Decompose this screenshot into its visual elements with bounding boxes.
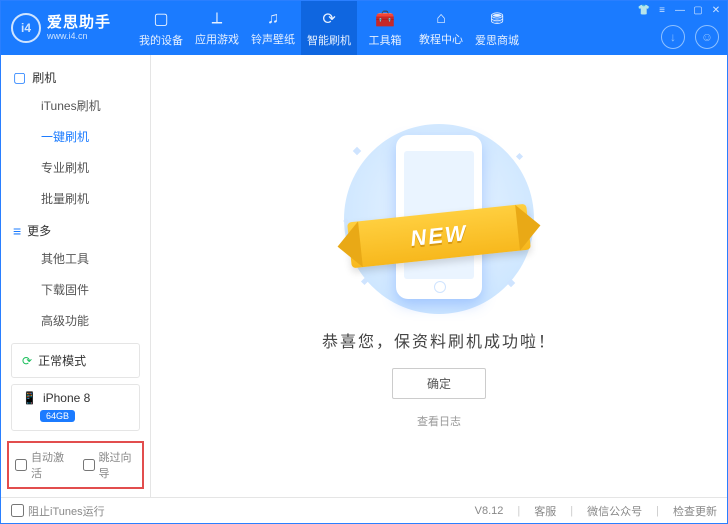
block-itunes-label: 阻止iTunes运行	[28, 503, 105, 519]
logo-icon: i4	[11, 13, 41, 43]
group-icon: ▢	[13, 69, 26, 86]
tab-2[interactable]: ♫ 铃声壁纸	[245, 1, 301, 55]
tab-label: 智能刷机	[307, 32, 351, 48]
sidebar-group-header: ▢ 刷机	[1, 61, 150, 90]
sidebar-options: 自动激活跳过向导	[7, 441, 144, 489]
brand-domain: www.i4.cn	[47, 32, 111, 41]
block-itunes-input[interactable]	[11, 504, 24, 517]
sidebar-item[interactable]: 下载固件	[1, 274, 150, 305]
app-window: i4 爱思助手 www.i4.cn ▢ 我的设备 ⟂ 应用游戏 ♫ 铃声壁纸 ⟳ 智能刷机 🧰 工…	[0, 0, 728, 524]
brand-logo: i4 爱思助手 www.i4.cn	[11, 13, 123, 43]
minimize-button[interactable]: —	[673, 3, 687, 17]
footer-link[interactable]: 客服	[534, 503, 556, 519]
mode-label: 正常模式	[38, 352, 86, 369]
phone-icon: 📱	[22, 391, 37, 405]
window-controls: 👕 ≡ — ▢ ✕	[637, 3, 723, 17]
tab-label: 工具箱	[369, 32, 402, 48]
view-log-link[interactable]: 查看日志	[417, 413, 461, 429]
device-name: iPhone 8	[43, 391, 90, 405]
tab-label: 爱思商城	[475, 32, 519, 48]
footer-link[interactable]: 微信公众号	[587, 503, 642, 519]
mode-box[interactable]: ⟳ 正常模式	[11, 343, 140, 378]
success-illustration: NEW	[334, 124, 544, 314]
storage-badge: 64GB	[40, 410, 75, 422]
footer-link[interactable]: 检查更新	[673, 503, 717, 519]
option-checkbox[interactable]	[83, 459, 95, 471]
ribbon-label: NEW	[409, 220, 469, 252]
tab-icon: ♫	[267, 10, 279, 28]
sidebar-option[interactable]: 自动激活	[15, 449, 69, 481]
sidebar-item[interactable]: 专业刷机	[1, 152, 150, 183]
sidebar-group-header: ≡ 更多	[1, 214, 150, 243]
separator: |	[656, 505, 659, 517]
top-tabs: ▢ 我的设备 ⟂ 应用游戏 ♫ 铃声壁纸 ⟳ 智能刷机 🧰 工具箱 ⌂ 教程中心 ⛃ 爱思商城	[133, 1, 525, 55]
option-label: 跳过向导	[99, 449, 137, 481]
tab-4[interactable]: 🧰 工具箱	[357, 1, 413, 55]
tab-label: 我的设备	[139, 32, 183, 48]
menu-button[interactable]: ≡	[655, 3, 669, 17]
sidebar-option[interactable]: 跳过向导	[83, 449, 137, 481]
tab-label: 铃声壁纸	[251, 31, 295, 47]
sidebar: ▢ 刷机 iTunes刷机一键刷机专业刷机批量刷机 ≡ 更多其他工具下载固件高级功能 ⟳…	[1, 55, 151, 497]
version-label: V8.12	[475, 505, 504, 517]
close-button[interactable]: ✕	[709, 3, 723, 17]
tab-icon: ⟂	[212, 10, 223, 28]
sidebar-item[interactable]: iTunes刷机	[1, 90, 150, 121]
block-itunes-checkbox[interactable]: 阻止iTunes运行	[11, 503, 105, 519]
option-checkbox[interactable]	[15, 459, 27, 471]
tab-6[interactable]: ⛃ 爱思商城	[469, 1, 525, 55]
tab-label: 教程中心	[419, 31, 463, 47]
sidebar-groups: ▢ 刷机 iTunes刷机一键刷机专业刷机批量刷机 ≡ 更多其他工具下载固件高级功能	[1, 55, 150, 337]
status-bar: 阻止iTunes运行 V8.12 | 客服 | 微信公众号 | 检查更新	[1, 497, 727, 523]
brand-name: 爱思助手	[47, 15, 111, 30]
group-icon: ≡	[13, 223, 21, 239]
sidebar-item[interactable]: 其他工具	[1, 243, 150, 274]
title-bar: i4 爱思助手 www.i4.cn ▢ 我的设备 ⟂ 应用游戏 ♫ 铃声壁纸 ⟳ 智能刷机 🧰 工…	[1, 1, 727, 55]
tab-5[interactable]: ⌂ 教程中心	[413, 1, 469, 55]
footer-right: V8.12 | 客服 | 微信公众号 | 检查更新	[475, 503, 717, 519]
tab-0[interactable]: ▢ 我的设备	[133, 1, 189, 55]
tab-1[interactable]: ⟂ 应用游戏	[189, 1, 245, 55]
brand-text: 爱思助手 www.i4.cn	[47, 15, 111, 41]
tab-icon: ⌂	[436, 10, 446, 28]
main-panel: NEW 恭喜您，保资料刷机成功啦！ 确定 查看日志	[151, 55, 727, 497]
sidebar-item[interactable]: 批量刷机	[1, 183, 150, 214]
download-icon[interactable]: ↓	[661, 25, 685, 49]
separator: |	[570, 505, 573, 517]
tab-icon: ▢	[153, 9, 168, 29]
separator: |	[517, 505, 520, 517]
group-title: 刷机	[32, 69, 56, 86]
sidebar-item[interactable]: 一键刷机	[1, 121, 150, 152]
sidebar-item[interactable]: 高级功能	[1, 305, 150, 336]
maximize-button[interactable]: ▢	[691, 3, 705, 17]
tab-3[interactable]: ⟳ 智能刷机	[301, 1, 357, 55]
body: ▢ 刷机 iTunes刷机一键刷机专业刷机批量刷机 ≡ 更多其他工具下载固件高级功能 ⟳…	[1, 55, 727, 497]
refresh-icon: ⟳	[22, 354, 32, 368]
ok-button[interactable]: 确定	[392, 368, 486, 399]
device-box[interactable]: 📱 iPhone 8 64GB	[11, 384, 140, 431]
title-right-actions: ↓ ☺	[661, 25, 719, 49]
tshirt-button[interactable]: 👕	[637, 3, 651, 17]
option-label: 自动激活	[31, 449, 69, 481]
tab-label: 应用游戏	[195, 31, 239, 47]
tab-icon: ⛃	[490, 9, 503, 29]
tab-icon: 🧰	[375, 9, 395, 29]
success-text: 恭喜您，保资料刷机成功啦！	[322, 328, 556, 352]
group-title: 更多	[27, 222, 51, 239]
tab-icon: ⟳	[322, 9, 335, 29]
user-icon[interactable]: ☺	[695, 25, 719, 49]
